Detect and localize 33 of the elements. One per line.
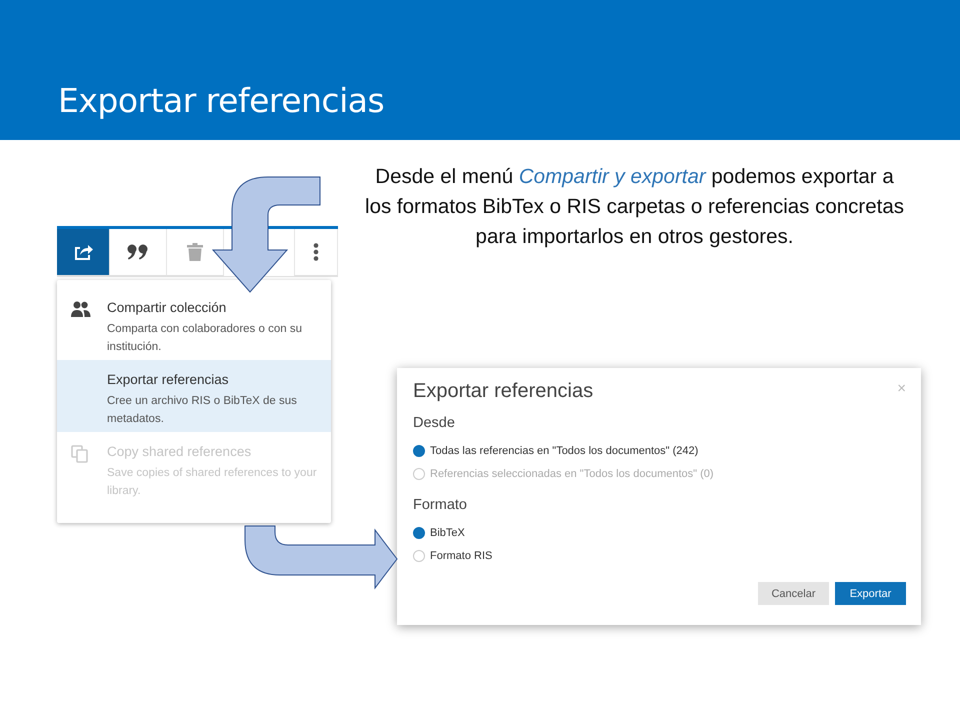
more-icon xyxy=(313,243,319,261)
menu-item-description: Save copies of shared references to your library. xyxy=(107,466,318,499)
menu-item-description: Comparta con colaboradores o con su institución. xyxy=(107,322,303,355)
trash-icon xyxy=(187,243,203,261)
toolbar-button[interactable] xyxy=(294,229,338,276)
menu-item-title: Exportar referencias xyxy=(107,372,230,387)
toolbar-button[interactable] xyxy=(57,229,110,276)
menu-item[interactable]: Exportar referencias Cree un archivo RIS o BibTeX de sus metadatos. xyxy=(57,360,331,432)
section-heading: Formato xyxy=(413,497,468,513)
radio-button[interactable] xyxy=(413,445,425,457)
section-heading: Desde xyxy=(413,415,456,431)
quote-icon xyxy=(127,244,149,260)
radio-option[interactable]: Todas las referencias en "Todos los documentos" (242) xyxy=(413,442,906,460)
share-icon xyxy=(73,243,93,261)
dialog-title: Exportar referencias xyxy=(413,380,594,403)
cancel-button[interactable]: Cancelar xyxy=(758,582,829,605)
menu-item-title: Compartir colección xyxy=(107,300,228,315)
option-label: BibTeX xyxy=(430,527,465,539)
option-label: Todas las referencias en "Todos los documentos" (242) xyxy=(430,445,698,457)
export-button[interactable]: Exportar xyxy=(835,582,906,605)
slide-caption: Desde el menú Compartir y exportar podemos exportar a los formatos BibTex o RIS carpetas o referencias concretas para importarlos en otros gestores. xyxy=(364,164,905,250)
menu-item-title: Copy shared references xyxy=(107,444,252,459)
slide-title: Exportar referencias xyxy=(58,81,384,120)
option-label: Referencias seleccionadas en "Todos los documentos" (0) xyxy=(430,468,714,480)
menu-item[interactable]: Compartir colección Comparta con colaboradores o con su institución. xyxy=(57,288,331,360)
toolbar-button[interactable] xyxy=(110,229,167,276)
option-label: Formato RIS xyxy=(430,550,492,562)
people-icon xyxy=(71,301,91,317)
menu-item-description: Cree un archivo RIS o BibTeX de sus metadatos. xyxy=(107,394,298,427)
radio-option[interactable]: BibTeX xyxy=(413,524,906,542)
radio-option[interactable]: Formato RIS xyxy=(413,547,906,565)
radio-button[interactable] xyxy=(413,527,425,539)
copy-icon xyxy=(71,445,89,463)
